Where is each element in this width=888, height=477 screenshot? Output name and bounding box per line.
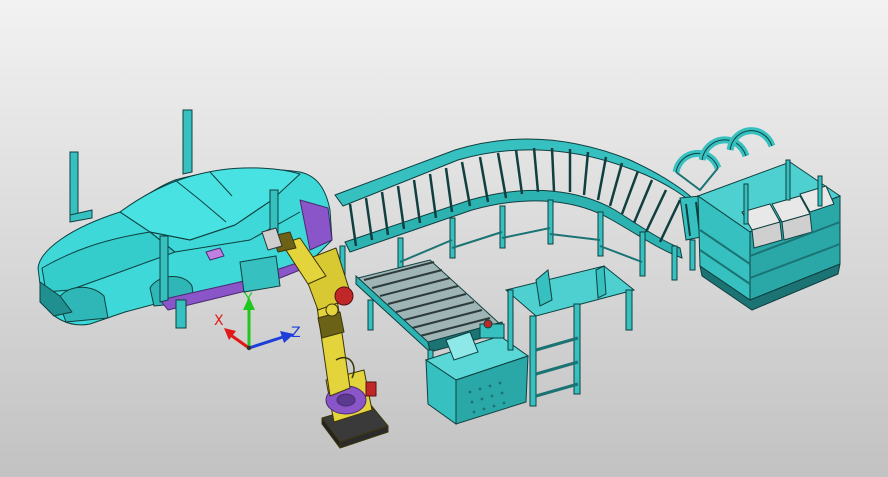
curved-roller-conveyor[interactable] — [334, 138, 701, 281]
triad-x-label: X — [214, 313, 224, 329]
3d-viewport[interactable]: X Y Z — [0, 0, 888, 477]
storage-cell[interactable] — [696, 159, 842, 311]
axis-triad — [224, 297, 294, 351]
triad-y-label: Y — [244, 291, 253, 307]
cad-scene[interactable] — [0, 0, 888, 477]
triad-z-label: Z — [291, 325, 301, 341]
